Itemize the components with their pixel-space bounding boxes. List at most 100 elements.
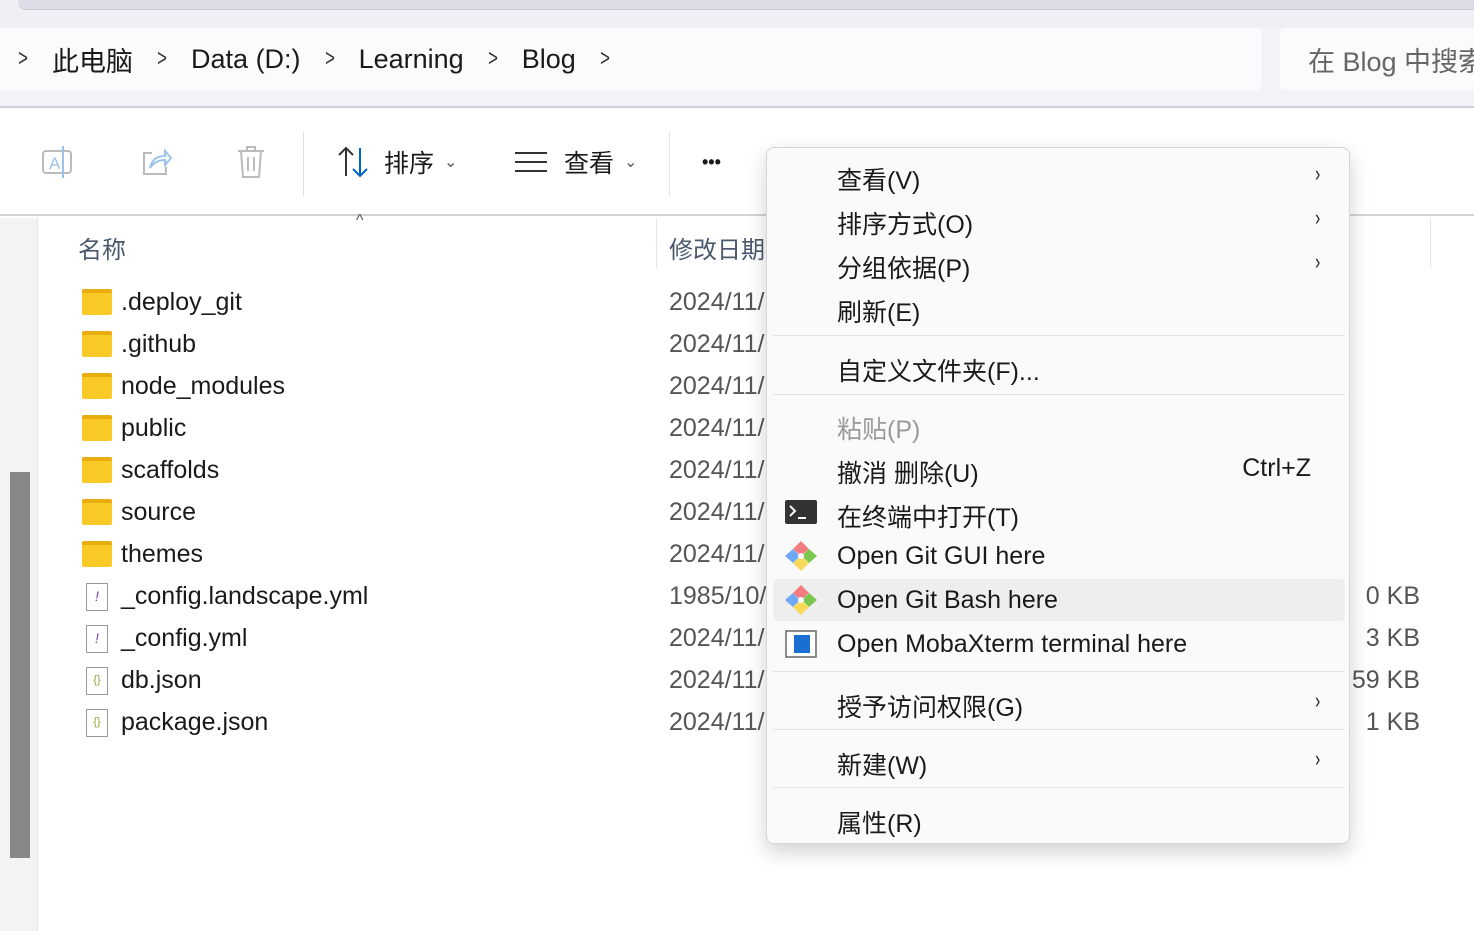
chevron-down-icon: ⌄ [624, 154, 638, 171]
file-name: _config.yml [121, 624, 248, 652]
yml-file-icon: ! [86, 625, 108, 653]
search-input[interactable]: 在 Blog 中搜索 [1280, 28, 1474, 90]
menu-item-label: 粘贴(P) [837, 416, 921, 444]
tab[interactable] [18, 0, 1474, 10]
address-bar-zone: > 此电脑 > Data (D:) > Learning > Blog > 在 … [0, 28, 1474, 108]
menu-separator [773, 394, 1345, 395]
scrollbar-thumb[interactable] [10, 472, 30, 858]
menu-item[interactable]: 分组依据(P) › [773, 242, 1345, 284]
menu-item[interactable]: 粘贴(P) [773, 403, 1345, 445]
column-name[interactable]: 名称 [78, 230, 126, 265]
file-size: 1 KB [1365, 708, 1420, 736]
menu-item-label: 新建(W) [837, 752, 928, 780]
git-icon [785, 585, 817, 615]
breadcrumb-item[interactable]: Learning [359, 44, 464, 75]
sort-label: 排序 [384, 150, 435, 178]
file-size: 3 KB [1365, 624, 1420, 652]
file-name: _config.landscape.yml [121, 582, 369, 610]
sort-button[interactable]: 排序 ⌄ [336, 138, 457, 186]
menu-item-label: Open Git Bash here [837, 586, 1058, 614]
menu-item-label: 授予访问权限(G) [837, 694, 1024, 722]
menu-item-label: 分组依据(P) [837, 255, 971, 283]
folder-icon [82, 541, 112, 567]
json-file-icon: {} [86, 667, 108, 695]
column-divider[interactable] [656, 218, 657, 268]
menu-item[interactable]: Open Git GUI here [773, 535, 1345, 577]
breadcrumb-item[interactable]: 此电脑 [52, 40, 133, 79]
shortcut-label: Ctrl+Z [1242, 454, 1311, 482]
json-file-icon: {} [86, 709, 108, 737]
file-date: 2024/11/ [669, 330, 765, 358]
git-icon [785, 541, 817, 571]
menu-separator [773, 671, 1345, 672]
menu-item[interactable]: 自定义文件夹(F)... [773, 345, 1345, 387]
svg-text:A: A [49, 154, 61, 173]
chevron-right-icon[interactable]: > [325, 45, 335, 73]
menu-item[interactable]: 刷新(E) [773, 286, 1345, 328]
share-icon [143, 148, 173, 175]
folder-icon [82, 289, 112, 315]
share-button[interactable] [138, 138, 174, 186]
file-size: 0 KB [1365, 582, 1420, 610]
menu-item-label: 刷新(E) [837, 299, 921, 327]
view-label: 查看 [564, 150, 615, 178]
chevron-right-icon[interactable]: > [488, 45, 498, 73]
context-menu: 查看(V) › 排序方式(O) › 分组依据(P) › 刷新(E) 自定义文件夹(F)... 粘… [766, 147, 1350, 844]
rename-icon: A [42, 146, 72, 178]
menu-item[interactable]: 查看(V) › [773, 154, 1345, 196]
file-date: 2024/11/ [669, 540, 765, 568]
menu-item-label: Open Git GUI here [837, 542, 1046, 570]
chevron-right-icon: › [1314, 746, 1320, 771]
file-name: node_modules [121, 372, 286, 400]
file-name: package.json [121, 708, 269, 736]
menu-item[interactable]: 撤消 删除(U) Ctrl+Z [773, 447, 1345, 489]
divider [669, 132, 670, 196]
file-name: source [121, 498, 197, 526]
yml-file-icon: ! [86, 583, 108, 611]
menu-separator [773, 729, 1345, 730]
menu-item-label: 排序方式(O) [837, 211, 974, 239]
menu-item[interactable]: 属性(R) [773, 797, 1345, 839]
breadcrumb-item[interactable]: Data (D:) [191, 44, 301, 75]
column-date[interactable]: 修改日期 [669, 230, 765, 265]
view-icon [515, 152, 547, 172]
breadcrumb-item[interactable]: Blog [522, 44, 576, 75]
folder-icon [82, 457, 112, 483]
delete-button[interactable] [234, 138, 268, 186]
menu-item-label: 在终端中打开(T) [837, 504, 1019, 532]
sort-icon [338, 146, 368, 178]
file-name: themes [121, 540, 203, 568]
chevron-right-icon[interactable]: > [600, 45, 610, 73]
file-date: 2024/11/ [669, 456, 765, 484]
menu-item[interactable]: Open Git Bash here [773, 579, 1345, 621]
rename-button[interactable]: A [40, 138, 76, 186]
file-size: 59 KB [1351, 666, 1420, 694]
chevron-right-icon[interactable]: > [18, 45, 28, 73]
menu-item[interactable]: Open MobaXterm terminal here [773, 623, 1345, 665]
trash-icon [238, 146, 264, 178]
file-name: scaffolds [121, 456, 220, 484]
menu-separator [773, 335, 1345, 336]
menu-item-label: Open MobaXterm terminal here [837, 630, 1188, 658]
menu-item[interactable]: 排序方式(O) › [773, 198, 1345, 240]
column-divider[interactable] [1430, 218, 1431, 268]
chevron-down-icon: ⌄ [444, 154, 458, 171]
chevron-right-icon[interactable]: > [157, 45, 167, 73]
menu-separator [773, 787, 1345, 788]
file-name: .deploy_git [121, 288, 242, 316]
more-button[interactable]: ••• [702, 138, 721, 186]
file-name: db.json [121, 666, 202, 694]
menu-item-label: 查看(V) [837, 167, 921, 195]
view-button[interactable]: 查看 ⌄ [514, 138, 637, 186]
menu-item[interactable]: 授予访问权限(G) › [773, 681, 1345, 723]
menu-item[interactable]: 新建(W) › [773, 739, 1345, 781]
menu-item[interactable]: 在终端中打开(T) [773, 491, 1345, 533]
folder-icon [82, 373, 112, 399]
terminal-icon [785, 500, 817, 524]
file-date: 2024/11/ [669, 666, 765, 694]
file-date: 2024/11/ [669, 708, 765, 736]
file-date: 2024/11/ [669, 624, 765, 652]
sort-ascending-icon: ^ [356, 212, 364, 229]
folder-icon [82, 415, 112, 441]
breadcrumb[interactable]: > 此电脑 > Data (D:) > Learning > Blog > [0, 28, 1262, 90]
